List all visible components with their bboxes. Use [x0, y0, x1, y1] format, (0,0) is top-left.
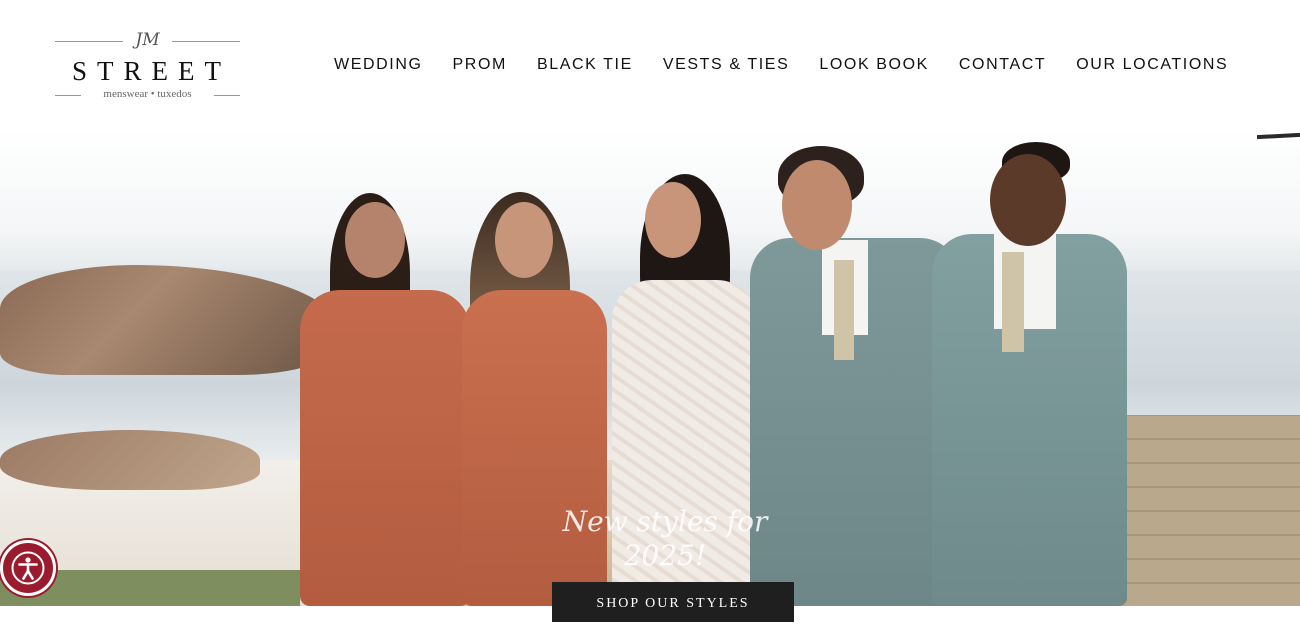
- nav-item-our-locations[interactable]: OUR LOCATIONS: [1076, 54, 1228, 76]
- bridesmaid-face: [495, 202, 553, 278]
- nav-item-prom[interactable]: PROM: [453, 54, 507, 76]
- groom-tie: [1002, 252, 1024, 352]
- nav-item-contact[interactable]: CONTACT: [959, 54, 1046, 76]
- accessibility-icon: [11, 551, 45, 585]
- nav-item-vests-ties[interactable]: VESTS & TIES: [663, 54, 790, 76]
- logo-wordmark: STREET: [72, 56, 231, 86]
- logo-tagline: menswear • tuxedos: [103, 88, 192, 100]
- nav-item-look-book[interactable]: LOOK BOOK: [819, 54, 929, 76]
- groomsman-face: [782, 160, 852, 250]
- hero-rocks: [0, 430, 260, 490]
- main-nav: WEDDING PROM BLACK TIE VESTS & TIES LOOK…: [334, 54, 1228, 76]
- site-logo[interactable]: JM STREET menswear • tuxedos: [55, 30, 240, 102]
- bridesmaid-face: [345, 202, 405, 278]
- bridesmaid-dress: [300, 290, 470, 606]
- groom-face: [990, 154, 1066, 246]
- site-header: JM STREET menswear • tuxedos WEDDING PRO…: [0, 0, 1300, 130]
- shop-styles-button[interactable]: SHOP OUR STYLES: [552, 582, 794, 622]
- nav-item-wedding[interactable]: WEDDING: [334, 54, 423, 76]
- logo-divider: [214, 95, 240, 96]
- bride-face: [645, 182, 701, 258]
- logo-monogram: JM: [135, 30, 160, 50]
- accessibility-button[interactable]: [0, 540, 56, 596]
- nav-item-black-tie[interactable]: BLACK TIE: [537, 54, 633, 76]
- hero-headline: New styles for 2025!: [562, 505, 768, 572]
- groomsman-tie: [834, 260, 854, 360]
- logo-divider: [172, 41, 240, 42]
